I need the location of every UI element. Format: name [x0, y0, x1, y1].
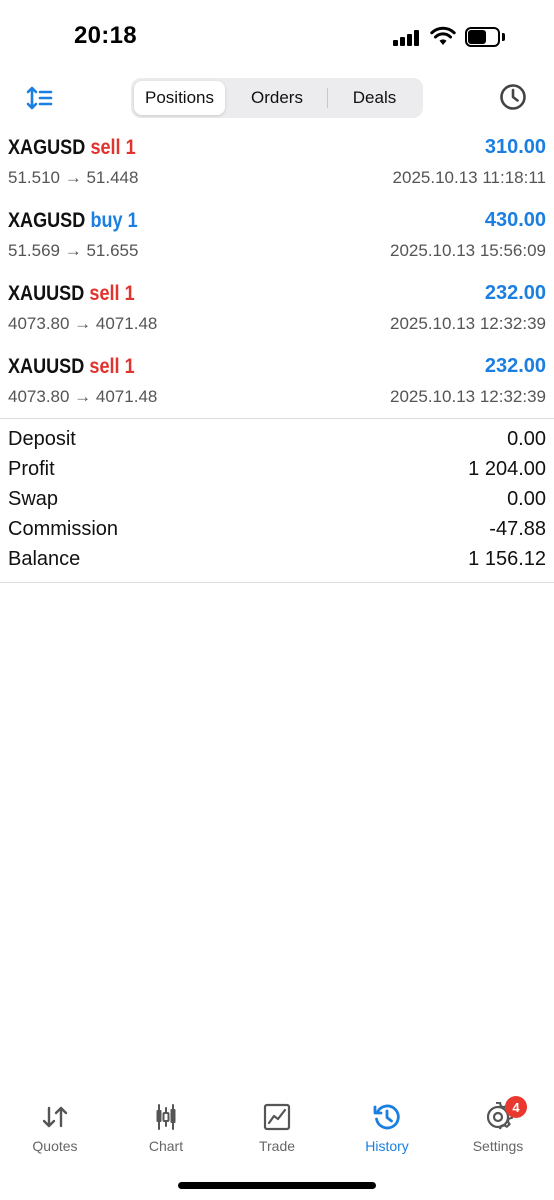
tab-positions[interactable]: Positions — [134, 81, 225, 115]
chart-icon — [156, 1104, 176, 1130]
summary-label: Balance — [8, 548, 81, 570]
cellular-signal-icon — [393, 30, 419, 46]
summary-row-swap: Swap 0.00 — [0, 486, 554, 516]
position-symbol: XAGUSD — [8, 209, 86, 232]
position-prices: 51.569 → 51.655 — [8, 241, 139, 260]
history-toolbar: Positions Orders Deals — [0, 76, 554, 120]
status-bar: 20:18 — [0, 0, 554, 70]
summary-label: Deposit — [8, 428, 76, 450]
sort-icon[interactable] — [26, 84, 54, 112]
position-row[interactable]: XAUUSD sell 1 232.00 4073.80 → 4071.48 20… — [0, 347, 554, 420]
position-profit: 232.00 — [484, 282, 546, 304]
segment-divider — [327, 88, 328, 108]
tab-label: History — [365, 1138, 409, 1154]
position-symbol: XAUUSD — [8, 355, 85, 378]
status-time: 20:18 — [74, 22, 137, 49]
positions-list: XAGUSD sell 1 310.00 51.510 → 51.448 2025… — [0, 128, 554, 420]
position-prices: 51.510 → 51.448 — [8, 168, 139, 187]
summary-value: 0.00 — [507, 488, 546, 510]
summary-value: 1 156.12 — [468, 548, 546, 570]
divider — [0, 418, 554, 419]
position-time: 2025.10.13 15:56:09 — [390, 241, 546, 260]
home-indicator — [178, 1182, 376, 1189]
position-row[interactable]: XAUUSD sell 1 232.00 4073.80 → 4071.48 20… — [0, 274, 554, 347]
position-row[interactable]: XAGUSD sell 1 310.00 51.510 → 51.448 2025… — [0, 128, 554, 201]
divider — [0, 582, 554, 583]
position-time: 2025.10.13 11:18:11 — [392, 168, 546, 187]
account-summary: Deposit 0.00 Profit 1 204.00 Swap 0.00 C… — [0, 426, 554, 576]
summary-row-balance: Balance 1 156.12 — [0, 546, 554, 576]
trade-icon — [263, 1103, 291, 1131]
clock-icon[interactable] — [498, 82, 528, 112]
position-title: XAGUSD sell 1 — [8, 136, 136, 160]
position-side: sell 1 — [90, 136, 136, 159]
summary-value: 0.00 — [507, 428, 546, 450]
position-title: XAUUSD sell 1 — [8, 355, 135, 379]
summary-row-profit: Profit 1 204.00 — [0, 456, 554, 486]
summary-value: 1 204.00 — [468, 458, 546, 480]
position-symbol: XAUUSD — [8, 282, 85, 305]
summary-row-commission: Commission -47.88 — [0, 516, 554, 546]
summary-row-deposit: Deposit 0.00 — [0, 426, 554, 456]
position-time: 2025.10.13 12:32:39 — [390, 314, 546, 333]
position-symbol: XAGUSD — [8, 136, 86, 159]
tab-label: Trade — [258, 1138, 296, 1154]
position-prices: 4073.80 → 4071.48 — [8, 387, 158, 406]
tab-history[interactable]: History — [332, 1094, 442, 1164]
history-icon — [373, 1104, 400, 1130]
tab-chart[interactable]: Chart — [111, 1094, 221, 1164]
tab-label: Settings — [472, 1138, 524, 1154]
summary-value: -47.88 — [489, 518, 546, 540]
position-profit: 310.00 — [484, 136, 546, 158]
position-title: XAUUSD sell 1 — [8, 282, 135, 306]
notification-badge: 4 — [505, 1096, 527, 1118]
quotes-icon — [42, 1106, 68, 1128]
position-row[interactable]: XAGUSD buy 1 430.00 51.569 → 51.655 2025.… — [0, 201, 554, 274]
tab-trade[interactable]: Trade — [222, 1094, 332, 1164]
position-title: XAGUSD buy 1 — [8, 209, 138, 233]
battery-icon — [465, 27, 505, 47]
position-side: buy 1 — [90, 209, 138, 232]
segmented-control: Positions Orders Deals — [131, 78, 423, 118]
tab-orders[interactable]: Orders — [228, 81, 326, 115]
tab-deals[interactable]: Deals — [329, 81, 420, 115]
position-profit: 430.00 — [484, 209, 546, 231]
position-time: 2025.10.13 12:32:39 — [390, 387, 546, 406]
position-prices: 4073.80 → 4071.48 — [8, 314, 158, 333]
tab-quotes[interactable]: Quotes — [0, 1094, 110, 1164]
bottom-tab-bar: Quotes Chart Trade History 4 Settings — [0, 1094, 554, 1164]
position-profit: 232.00 — [484, 355, 546, 377]
summary-label: Commission — [8, 518, 119, 540]
tab-label: Quotes — [32, 1138, 78, 1154]
tab-settings[interactable]: 4 Settings — [443, 1094, 553, 1164]
summary-label: Swap — [8, 488, 59, 510]
wifi-icon — [430, 26, 456, 45]
summary-label: Profit — [8, 458, 55, 480]
tab-label: Chart — [148, 1138, 184, 1154]
position-side: sell 1 — [89, 355, 135, 378]
position-side: sell 1 — [89, 282, 135, 305]
